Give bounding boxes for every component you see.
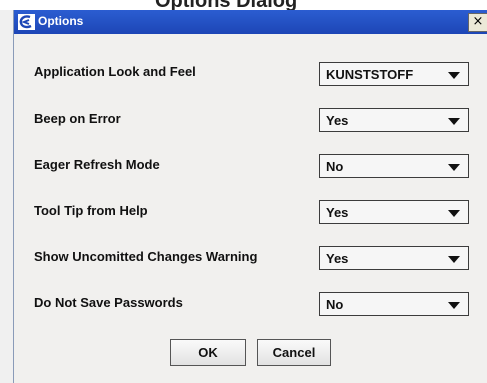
dialog-titlebar[interactable]: Options × (14, 10, 487, 34)
close-button[interactable]: × (468, 13, 487, 32)
app-logo-icon (18, 14, 35, 30)
tool-tip-dropdown[interactable]: Yes (319, 200, 469, 224)
save-passwords-dropdown[interactable]: No (319, 292, 469, 316)
chevron-down-icon (448, 302, 460, 309)
option-label-uncommitted-warning: Show Uncomitted Changes Warning (34, 249, 258, 264)
uncommitted-warning-value: Yes (326, 251, 349, 266)
option-label-tool-tip: Tool Tip from Help (34, 203, 148, 218)
option-label-eager-refresh: Eager Refresh Mode (34, 157, 160, 172)
save-passwords-value: No (326, 297, 344, 312)
look-and-feel-value: KUNSTSTOFF (326, 67, 414, 82)
beep-on-error-value: Yes (326, 113, 349, 128)
chevron-down-icon (448, 164, 460, 171)
beep-on-error-dropdown[interactable]: Yes (319, 108, 469, 132)
option-label-save-passwords: Do Not Save Passwords (34, 295, 183, 310)
look-and-feel-dropdown[interactable]: KUNSTSTOFF (319, 62, 469, 86)
page-header-strip: Options Dialog (0, 0, 487, 12)
eager-refresh-dropdown[interactable]: No (319, 154, 469, 178)
close-icon: × (472, 14, 484, 29)
option-label-beep-on-error: Beep on Error (34, 111, 121, 126)
chevron-down-icon (448, 72, 460, 79)
chevron-down-icon (448, 118, 460, 125)
chevron-down-icon (448, 256, 460, 263)
chevron-down-icon (448, 210, 460, 217)
cancel-button[interactable]: Cancel (257, 339, 331, 366)
dialog-title: Options (38, 14, 84, 28)
ok-button[interactable]: OK (170, 339, 246, 366)
option-label-look-and-feel: Application Look and Feel (34, 64, 196, 79)
tool-tip-value: Yes (326, 205, 349, 220)
uncommitted-warning-dropdown[interactable]: Yes (319, 246, 469, 270)
eager-refresh-value: No (326, 159, 344, 174)
options-dialog: Options × Application Look and Feel KUNS… (13, 10, 487, 383)
